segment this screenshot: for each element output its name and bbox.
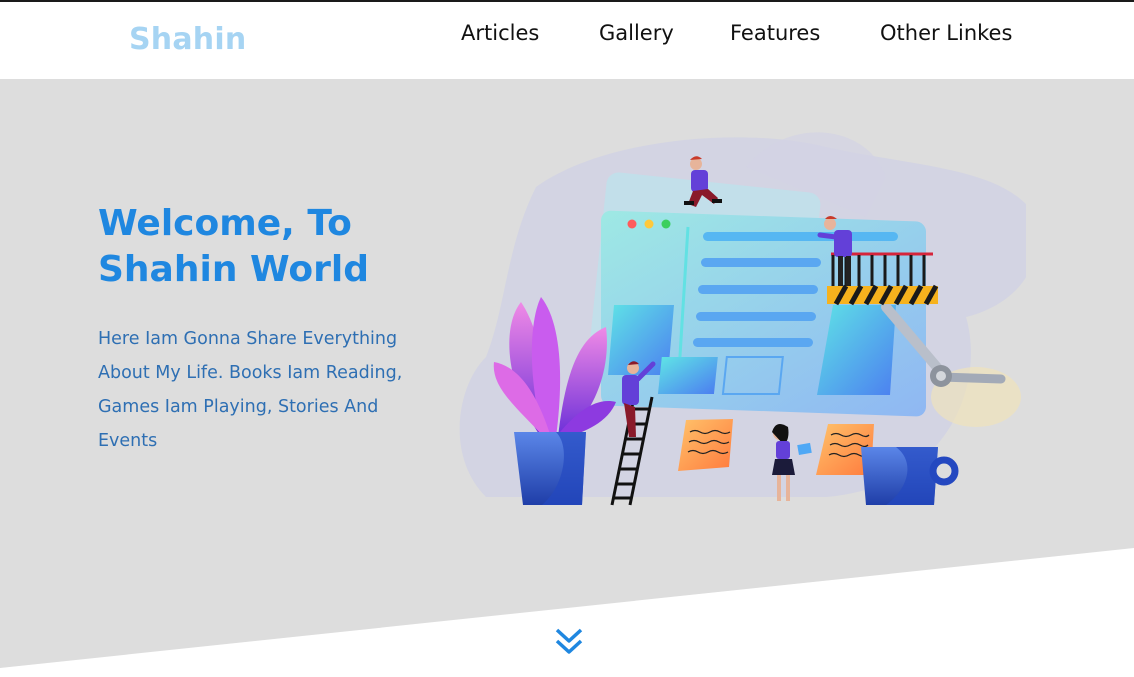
hero-title-line-2: Shahin World xyxy=(98,249,370,290)
nav-item-features[interactable]: Features xyxy=(730,21,820,45)
hero-title-line-1: Welcome, To xyxy=(98,203,352,244)
double-chevron-down-icon[interactable] xyxy=(554,627,584,657)
nav-item-other-links[interactable]: Other Linkes xyxy=(880,21,1012,45)
hero-bottom-slant xyxy=(0,548,1134,677)
nav-item-gallery[interactable]: Gallery xyxy=(599,21,674,45)
hero-title: Welcome, To Shahin World xyxy=(98,201,428,293)
team-building-website-illustration xyxy=(459,132,1026,506)
site-logo[interactable]: Shahin xyxy=(129,22,246,57)
site-header: Shahin Articles Gallery Features Other L… xyxy=(0,2,1134,79)
hero-description: Here Iam Gonna Share Everything About My… xyxy=(98,329,403,451)
nav-item-articles[interactable]: Articles xyxy=(461,21,539,45)
